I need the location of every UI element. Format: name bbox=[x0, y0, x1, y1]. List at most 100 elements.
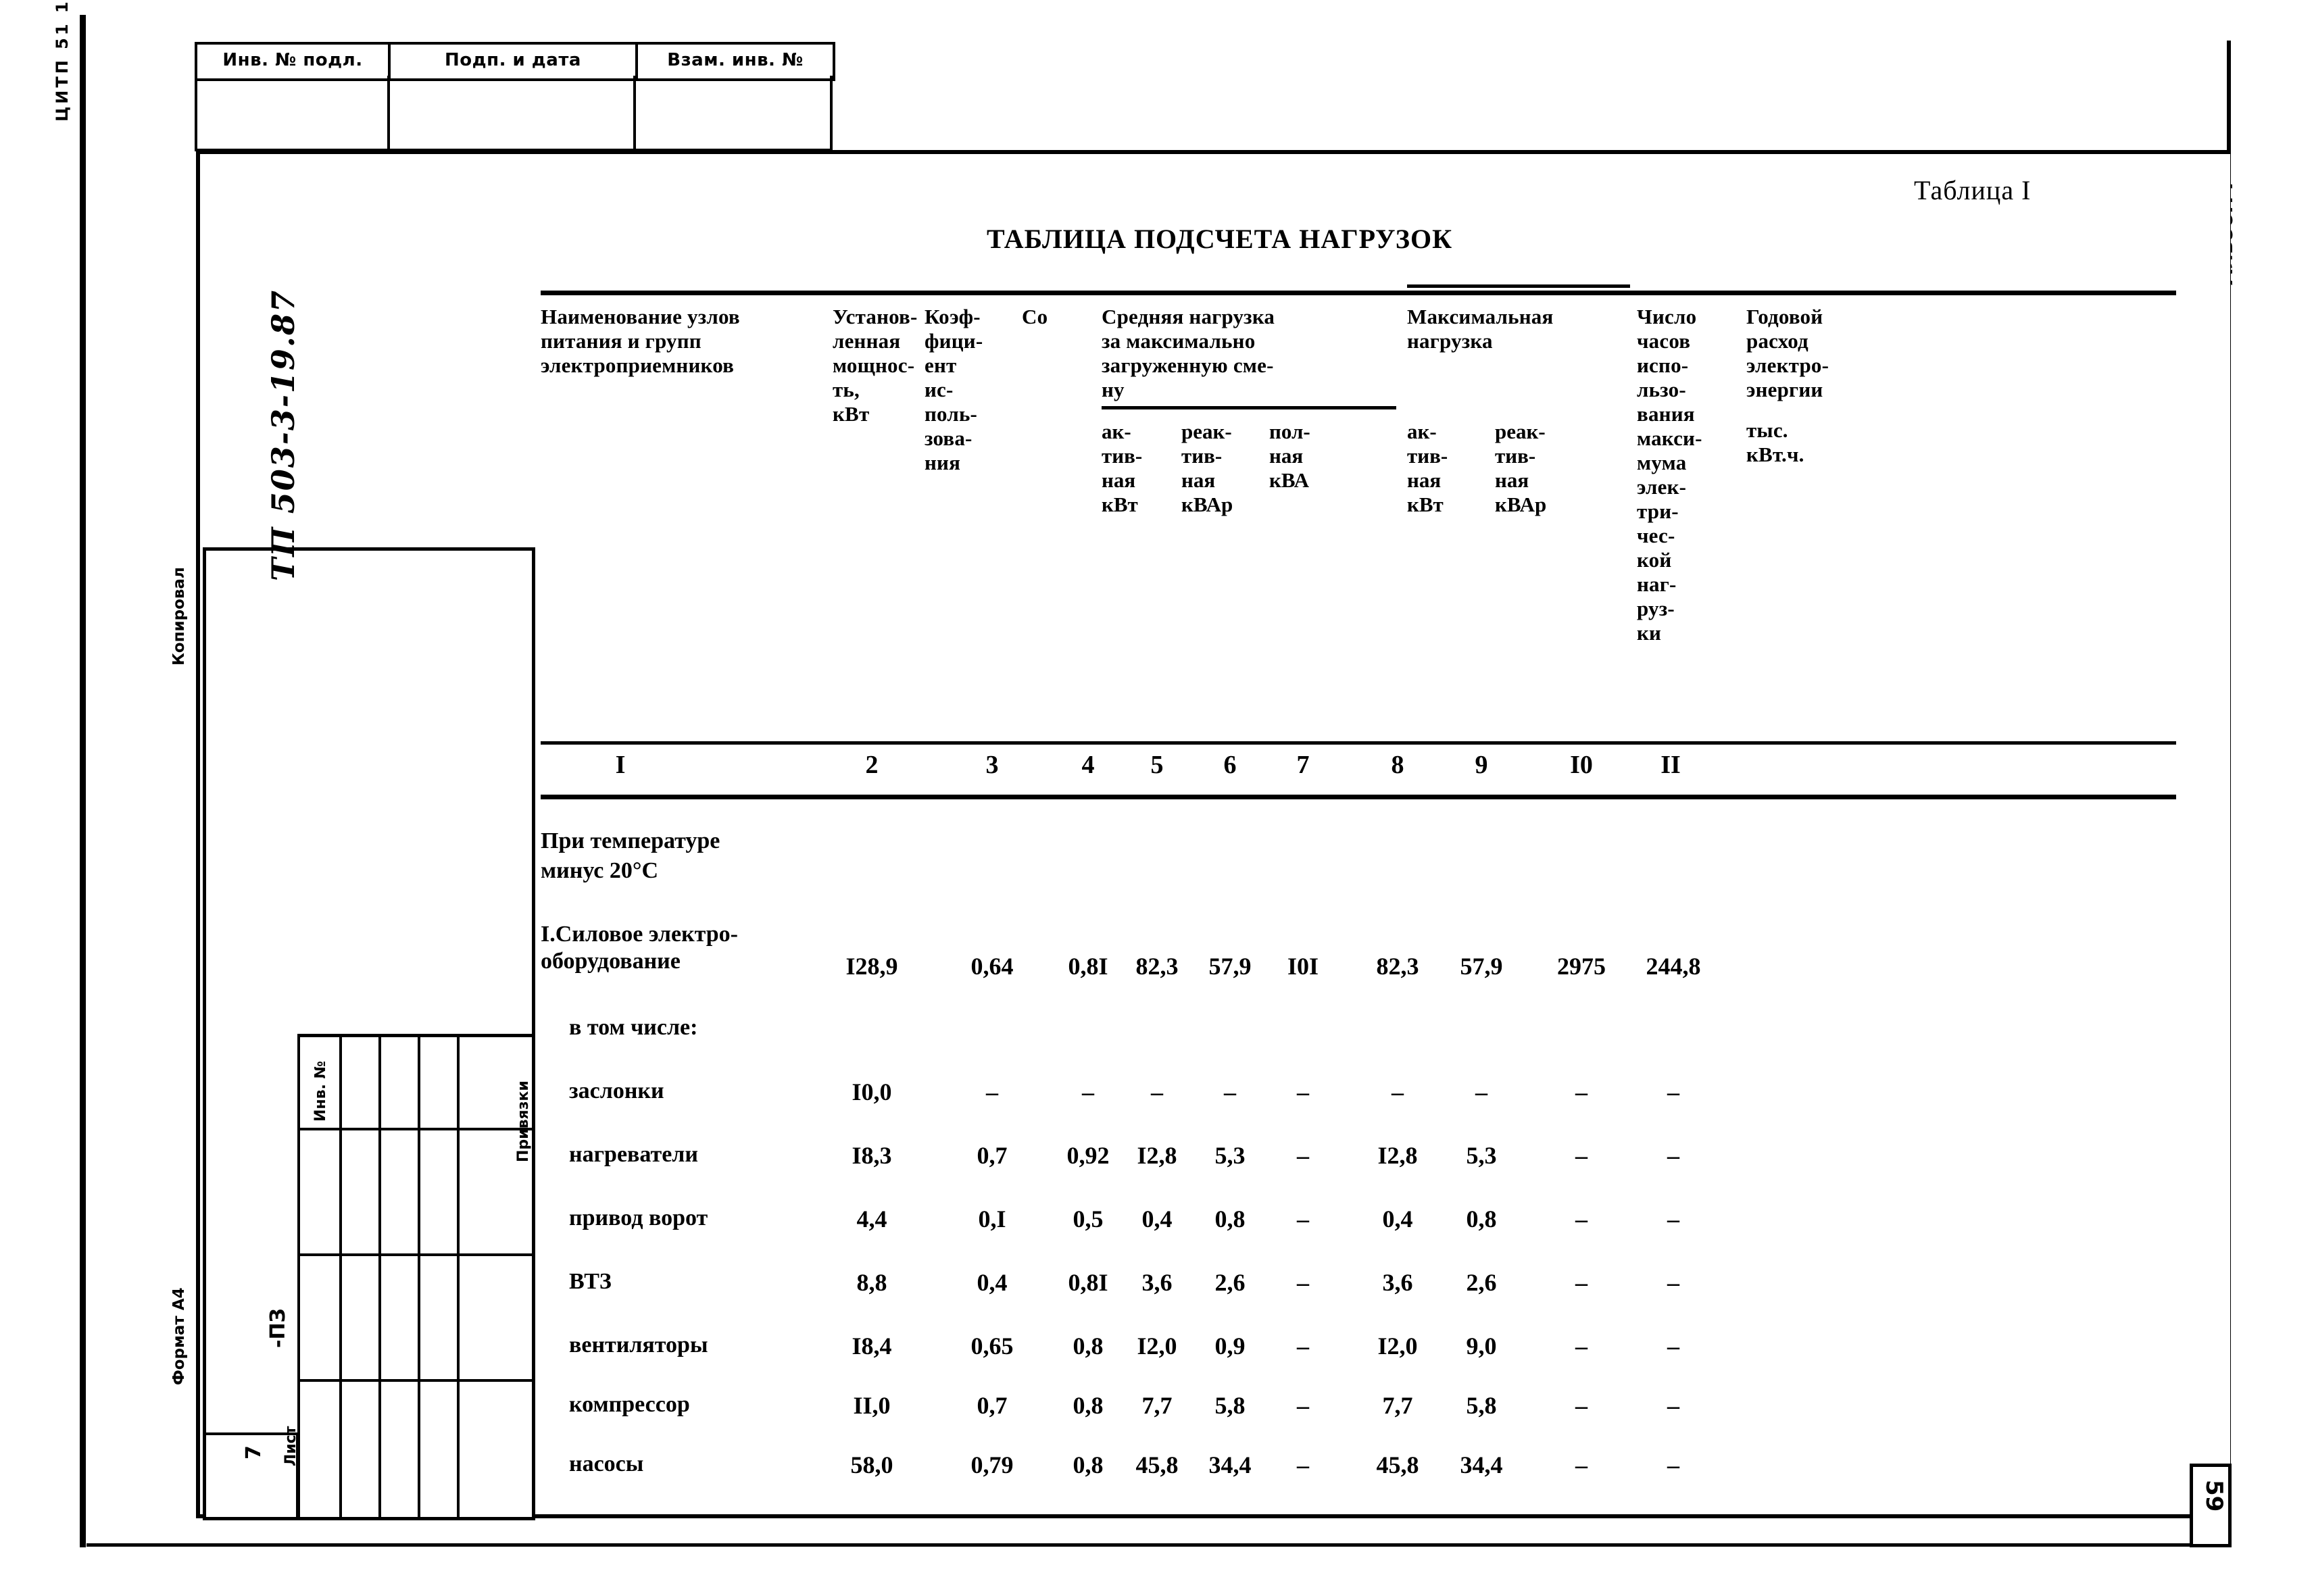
row-value-9: 9,0 bbox=[1466, 1332, 1497, 1360]
stamp-body-cell-3 bbox=[636, 76, 830, 149]
tb-cell-r4c3 bbox=[378, 1382, 418, 1520]
top-stamp-body bbox=[195, 76, 833, 151]
row-value-10: – bbox=[1575, 1392, 1587, 1419]
row-value-8: – bbox=[1392, 1078, 1404, 1105]
row-value-5: 82,3 bbox=[1135, 953, 1179, 980]
row-value-5: 45,8 bbox=[1135, 1451, 1179, 1478]
tb-cell-r3c5 bbox=[457, 1256, 532, 1382]
row-value-10: 2975 bbox=[1557, 953, 1606, 980]
tb-cell-r4c1 bbox=[297, 1382, 339, 1520]
row-label: заслонки bbox=[569, 1078, 664, 1103]
header-col4-cos-phi: Со bbox=[1022, 305, 1048, 328]
row-value-6: 5,3 bbox=[1214, 1142, 1246, 1169]
colnum-10: I0 bbox=[1570, 751, 1593, 779]
row-value-3: 0,I bbox=[978, 1205, 1006, 1232]
row-value-4: 0,8 bbox=[1073, 1332, 1104, 1360]
tb-cell-r3c2 bbox=[339, 1256, 378, 1382]
table-note-row: При температуре минус 20°С bbox=[541, 826, 2176, 921]
row-value-5: 3,6 bbox=[1141, 1269, 1173, 1296]
colnum-2: 2 bbox=[865, 751, 879, 779]
stamp-cell-vzam-inv: Взам. инв. № bbox=[667, 50, 804, 70]
row-value-2: 4,4 bbox=[856, 1205, 887, 1232]
row-value-2: II,0 bbox=[853, 1392, 891, 1419]
row-value-6: 34,4 bbox=[1208, 1451, 1252, 1478]
tb-cell-r4c5 bbox=[457, 1382, 532, 1520]
table-row: насосы 58,0 0,79 0,8 45,8 34,4 – 45,8 34… bbox=[541, 1451, 2176, 1499]
header-sub6: реак- тив- ная кВАр bbox=[1181, 420, 1233, 516]
row-value-2: I28,9 bbox=[845, 953, 898, 980]
tb-cell-r4c2 bbox=[339, 1382, 378, 1520]
header-col11-units: тыс. кВт.ч. bbox=[1746, 418, 1804, 466]
row-value-5: 0,4 bbox=[1141, 1205, 1173, 1232]
row-value-6: 0,8 bbox=[1214, 1205, 1246, 1232]
row-value-4: – bbox=[1082, 1078, 1094, 1105]
row-value-10: – bbox=[1575, 1332, 1587, 1360]
tb-cell-r4c4 bbox=[418, 1382, 457, 1520]
sheet-number-value: 7 bbox=[242, 1445, 266, 1460]
privyazki-label: Привязки bbox=[515, 1080, 532, 1162]
row-value-10: – bbox=[1575, 1142, 1587, 1169]
table-note-text: При температуре минус 20°С bbox=[541, 828, 720, 883]
header-sub8: ак- тив- ная кВт bbox=[1407, 420, 1448, 516]
tb-cell-r3c4 bbox=[418, 1256, 457, 1382]
row-value-9: 34,4 bbox=[1460, 1451, 1503, 1478]
table-number-label: Таблица I bbox=[1914, 175, 2032, 205]
row-value-7: – bbox=[1297, 1451, 1309, 1478]
load-calculation-table: Наименование узлов питания и групп элект… bbox=[541, 284, 2176, 1499]
row-label: вентиляторы bbox=[569, 1332, 708, 1357]
table-row: вентиляторы I8,4 0,65 0,8 I2,0 0,9 – I2,… bbox=[541, 1332, 2176, 1380]
row-value-3: 0,7 bbox=[977, 1142, 1008, 1169]
row-value-10: – bbox=[1575, 1078, 1587, 1105]
table-top-rule bbox=[541, 291, 2176, 295]
header-col11: Годовой расход электро- энергии bbox=[1746, 305, 1829, 401]
row-value-3: 0,4 bbox=[977, 1269, 1008, 1296]
row-value-5: 7,7 bbox=[1141, 1392, 1173, 1419]
row-value-11: – bbox=[1667, 1205, 1679, 1232]
colnum-11: II bbox=[1660, 751, 1681, 779]
row-value-8: 3,6 bbox=[1382, 1269, 1413, 1296]
inv-number-label: Инв. № bbox=[312, 1060, 329, 1122]
row-label: I.Силовое электро- оборудование bbox=[541, 922, 739, 974]
row-value-11: – bbox=[1667, 1078, 1679, 1105]
row-value-9: 5,3 bbox=[1466, 1142, 1497, 1169]
tb-cell-r1c2 bbox=[339, 1037, 378, 1130]
row-value-9: 2,6 bbox=[1466, 1269, 1497, 1296]
tb-cell-r2c3 bbox=[378, 1130, 418, 1256]
row-value-5: I2,8 bbox=[1137, 1142, 1177, 1169]
row-value-9: – bbox=[1475, 1078, 1487, 1105]
table-row: ВТЗ 8,8 0,4 0,8I 3,6 2,6 – 3,6 2,6 – – bbox=[541, 1268, 2176, 1317]
row-value-8: 7,7 bbox=[1382, 1392, 1413, 1419]
row-label: в том числе: bbox=[569, 1015, 698, 1040]
row-label: ВТЗ bbox=[569, 1269, 612, 1294]
row-value-7: – bbox=[1297, 1269, 1309, 1296]
row-value-11: – bbox=[1667, 1142, 1679, 1169]
row-value-4: 0,8I bbox=[1068, 953, 1108, 980]
row-value-10: – bbox=[1575, 1451, 1587, 1478]
row-value-7: – bbox=[1297, 1332, 1309, 1360]
row-value-11: – bbox=[1667, 1392, 1679, 1419]
tb-cell-r1c3 bbox=[378, 1037, 418, 1130]
row-value-7: – bbox=[1297, 1142, 1309, 1169]
group-avg-underline bbox=[1102, 406, 1396, 409]
table-row: I.Силовое электро- оборудование I28,9 0,… bbox=[541, 921, 2176, 1001]
row-value-2: 58,0 bbox=[850, 1451, 893, 1478]
row-value-5: I2,0 bbox=[1137, 1332, 1177, 1360]
table-column-number-row: I 2 3 4 5 6 7 8 9 I0 II bbox=[541, 745, 2176, 795]
colnum-1: I bbox=[615, 751, 626, 779]
colnum-8: 8 bbox=[1391, 751, 1404, 779]
stamp-cell-podp-data: Подп. и дата bbox=[391, 45, 638, 78]
table-row: компрессор II,0 0,7 0,8 7,7 5,8 – 7,7 5,… bbox=[541, 1391, 2176, 1440]
table-row: заслонки I0,0 – – – – – – – – – bbox=[541, 1078, 2176, 1126]
stamp-body-cell-2 bbox=[390, 76, 637, 149]
format-label: Формат А4 bbox=[170, 1287, 188, 1385]
colnum-6: 6 bbox=[1223, 751, 1237, 779]
stamp-cell-inv-podl: Инв. № подл. bbox=[197, 45, 391, 78]
header-group-average-load: Средняя нагрузка за максимально загружен… bbox=[1102, 305, 1275, 401]
row-value-7: – bbox=[1297, 1078, 1309, 1105]
row-label: насосы bbox=[569, 1451, 644, 1476]
row-value-4: 0,8 bbox=[1073, 1392, 1104, 1419]
row-value-8: 82,3 bbox=[1376, 953, 1419, 980]
tb-cell-r3c3 bbox=[378, 1256, 418, 1382]
row-value-6: 0,9 bbox=[1214, 1332, 1246, 1360]
row-value-5: – bbox=[1151, 1078, 1163, 1105]
